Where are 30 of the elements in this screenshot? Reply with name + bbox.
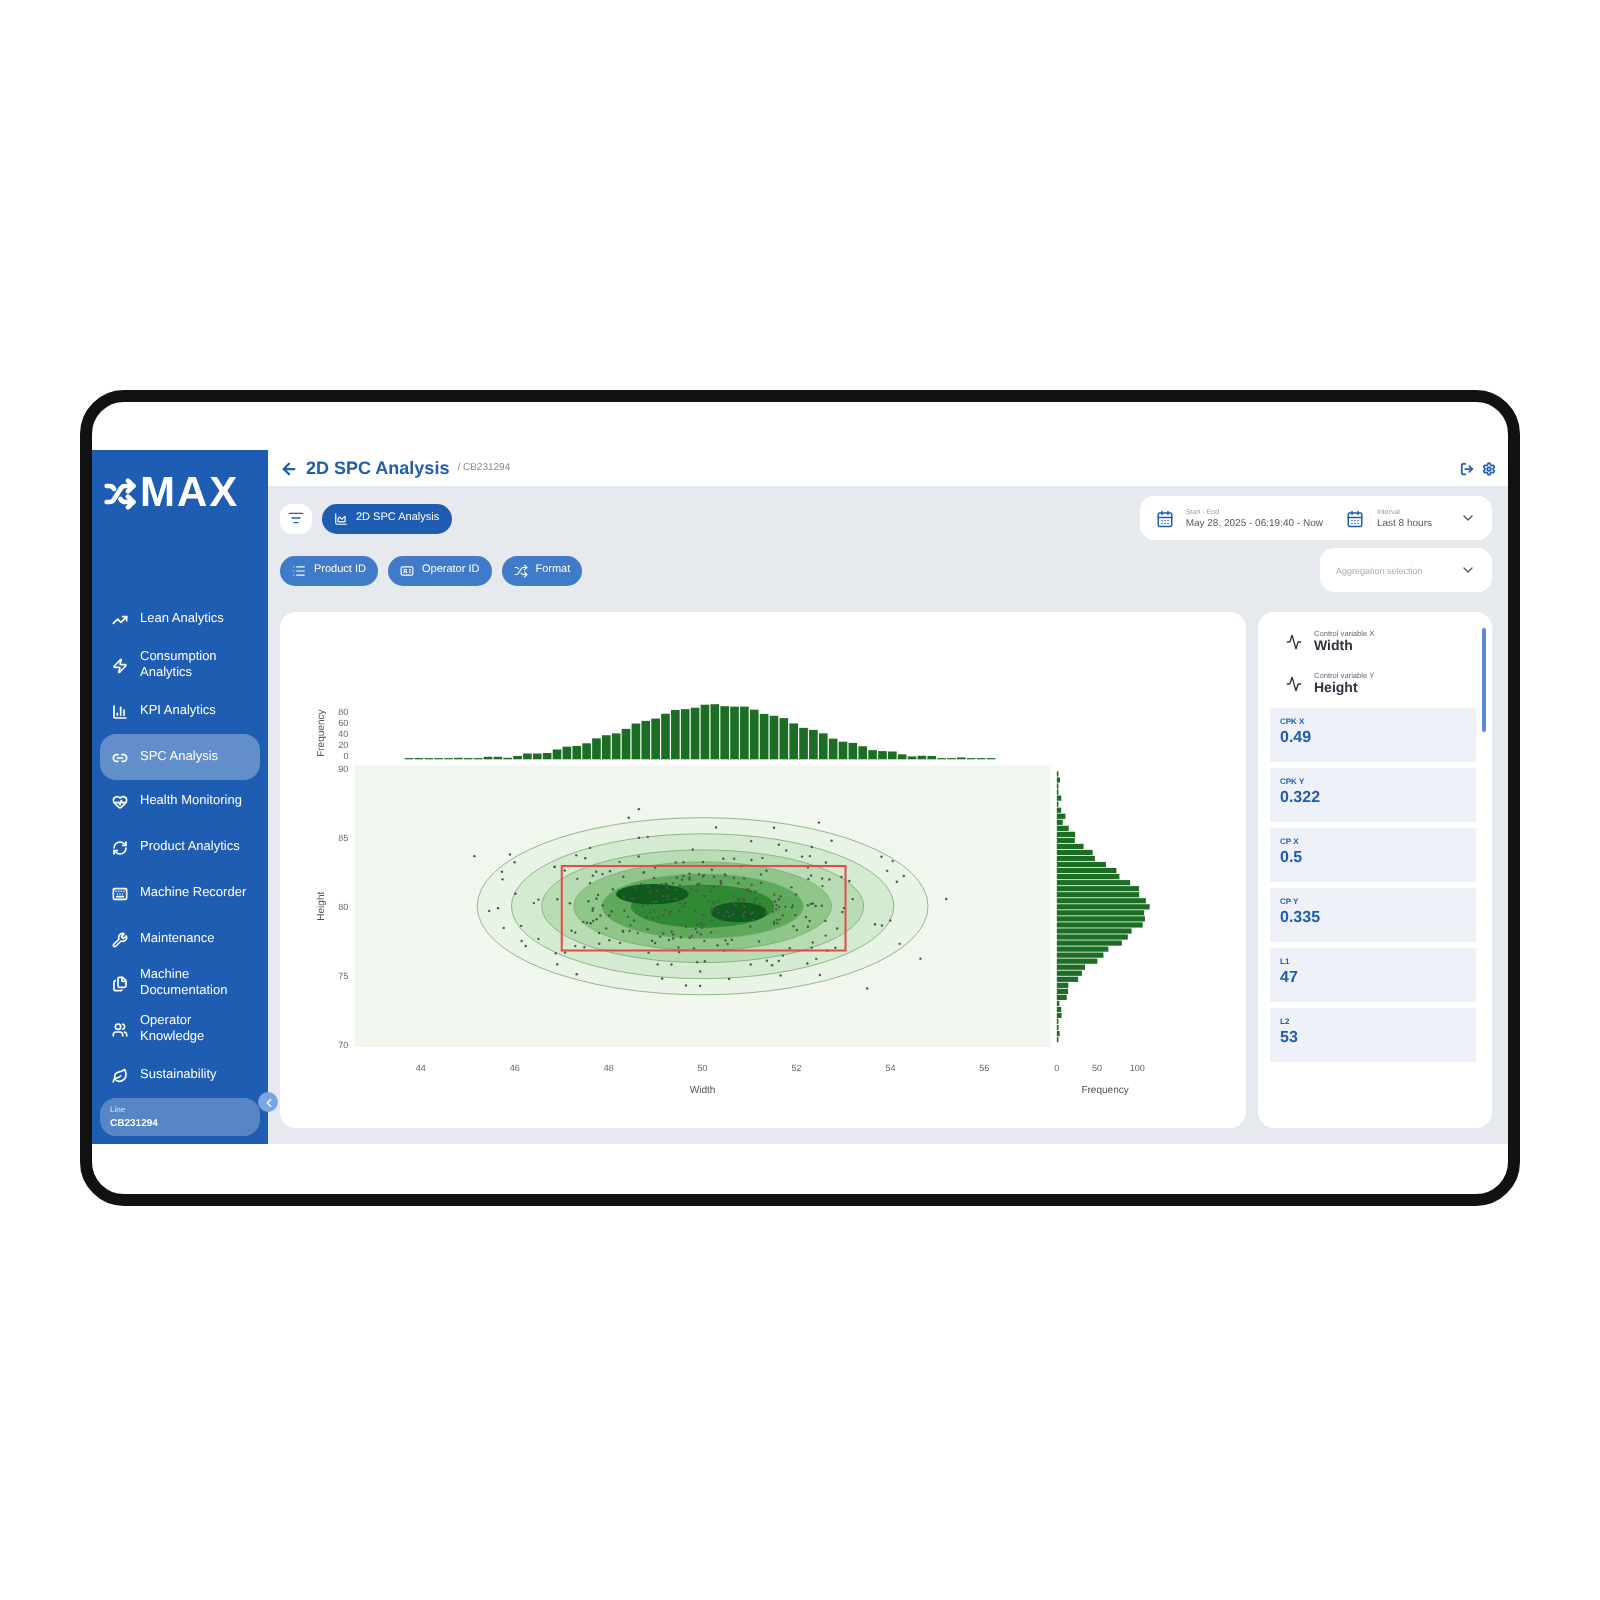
bar-chart-icon	[112, 703, 128, 720]
list-icon	[292, 563, 306, 577]
leaf-icon	[112, 1067, 128, 1084]
link-icon	[112, 749, 128, 766]
filter-icon	[288, 510, 304, 526]
chevron-down-icon	[1460, 510, 1476, 526]
logout-icon[interactable]	[1460, 461, 1474, 475]
bolt-icon	[112, 658, 128, 675]
filter-button[interactable]	[280, 503, 312, 533]
page-title: 2D SPC Analysis	[306, 458, 450, 478]
heart-pulse-icon	[112, 794, 128, 811]
max-logo: MAX	[104, 470, 260, 518]
trend-line-icon	[1286, 634, 1302, 650]
chevron-left-icon	[261, 1095, 275, 1109]
wrench-icon	[112, 931, 128, 947]
collapse-button[interactable]	[258, 1092, 278, 1112]
people-icon	[112, 1021, 128, 1038]
calendar-icon	[1346, 509, 1365, 527]
settings-icon[interactable]	[1482, 461, 1496, 475]
documents-icon	[112, 976, 128, 993]
trend-line-icon	[112, 612, 128, 629]
trend-line-icon	[1286, 676, 1302, 692]
scrollbar[interactable]	[1482, 628, 1486, 732]
area-chart-icon	[334, 511, 348, 525]
keyboard-icon	[112, 885, 128, 902]
back-icon[interactable]	[280, 459, 298, 477]
id-card-icon	[399, 563, 414, 577]
refresh-icon	[112, 840, 128, 857]
chevron-down-icon	[1460, 562, 1476, 578]
calendar-icon	[1155, 509, 1174, 527]
